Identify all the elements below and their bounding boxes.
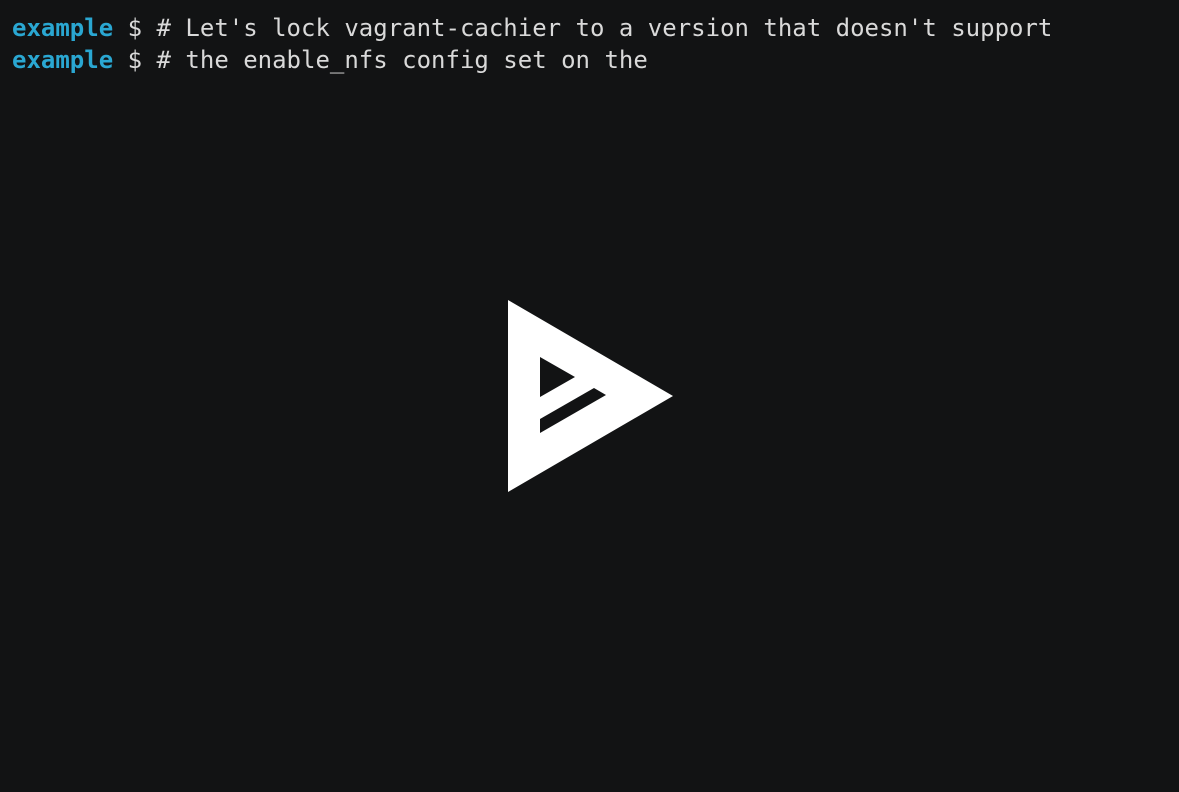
- shell-prompt-symbol: $: [127, 46, 143, 74]
- terminal-line: example $ # the enable_nfs config set on…: [12, 44, 1052, 76]
- command-text: # the enable_nfs config set on the: [156, 46, 648, 74]
- asciinema-play-icon: [508, 300, 673, 492]
- play-button[interactable]: [506, 299, 674, 493]
- shell-prompt-symbol: $: [127, 14, 143, 42]
- terminal-player: example $ # Let's lock vagrant-cachier t…: [0, 0, 1179, 792]
- shell-prompt-host: example: [12, 14, 114, 42]
- terminal-output: example $ # Let's lock vagrant-cachier t…: [12, 12, 1052, 76]
- shell-prompt-host: example: [12, 46, 114, 74]
- command-text: # Let's lock vagrant-cachier to a versio…: [156, 14, 1053, 42]
- terminal-line: example $ # Let's lock vagrant-cachier t…: [12, 12, 1052, 44]
